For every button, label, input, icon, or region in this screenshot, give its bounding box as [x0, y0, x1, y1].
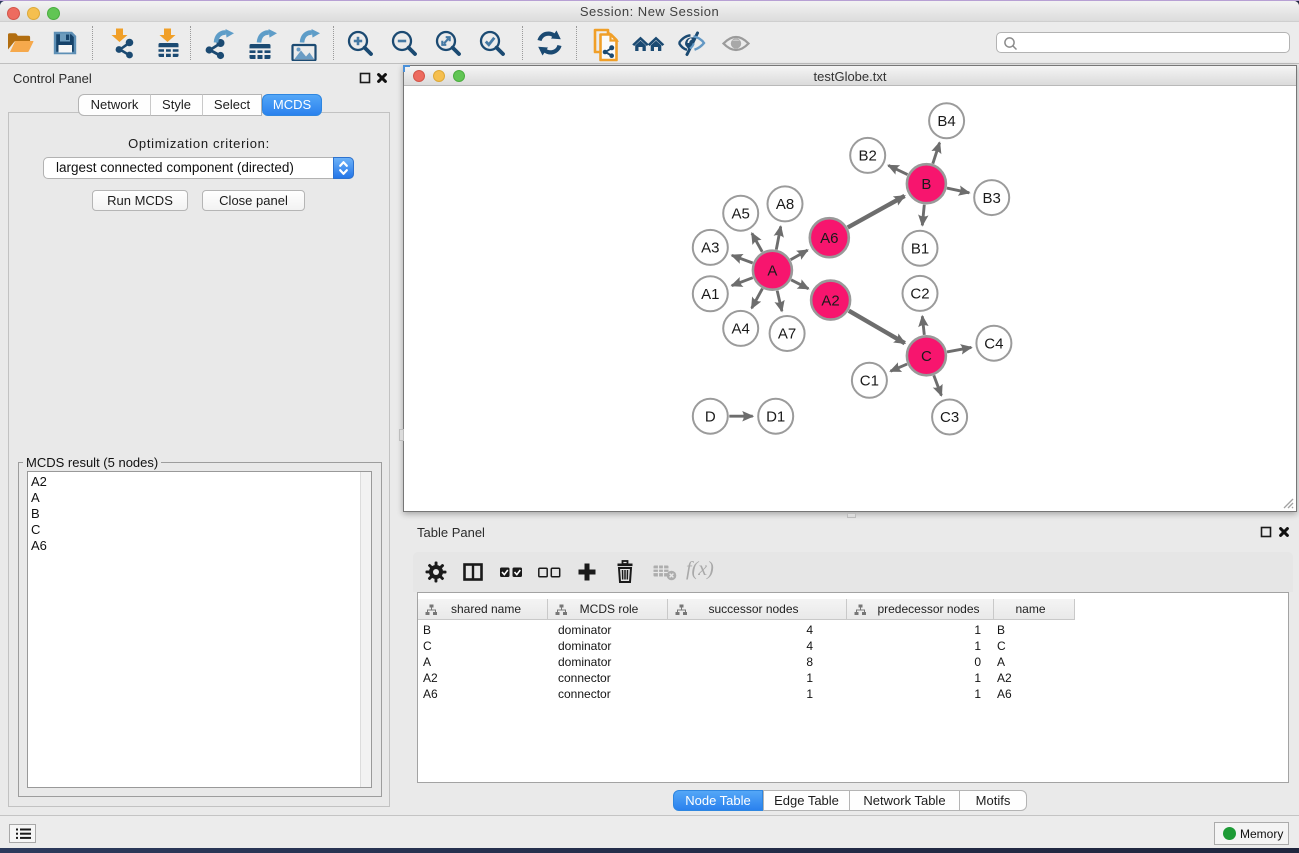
- svg-text:D1: D1: [766, 408, 785, 425]
- svg-text:C2: C2: [910, 286, 929, 303]
- svg-text:B: B: [921, 176, 931, 193]
- svg-text:A7: A7: [778, 326, 796, 343]
- svg-text:B3: B3: [983, 190, 1001, 207]
- svg-text:A2: A2: [821, 292, 839, 309]
- svg-text:B4: B4: [937, 113, 955, 130]
- svg-text:D: D: [705, 408, 716, 425]
- svg-text:C3: C3: [940, 409, 959, 426]
- svg-text:A5: A5: [732, 205, 750, 222]
- svg-text:C1: C1: [860, 373, 879, 390]
- svg-text:A4: A4: [732, 321, 750, 338]
- svg-text:A3: A3: [701, 240, 719, 257]
- svg-text:A6: A6: [820, 230, 838, 247]
- svg-text:C: C: [921, 348, 932, 365]
- svg-text:A8: A8: [776, 196, 794, 213]
- svg-text:C4: C4: [984, 335, 1003, 352]
- svg-text:A1: A1: [701, 286, 719, 303]
- svg-text:A: A: [767, 262, 777, 279]
- svg-text:B1: B1: [911, 240, 929, 257]
- svg-text:B2: B2: [859, 148, 877, 165]
